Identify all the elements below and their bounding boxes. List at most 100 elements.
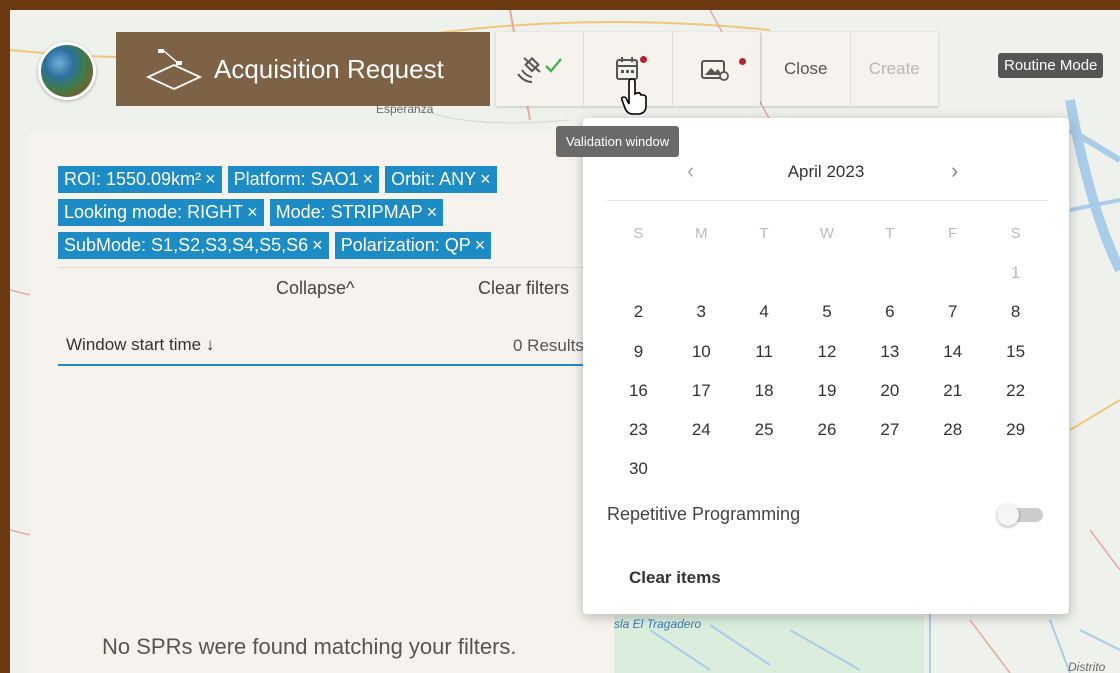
calendar-day[interactable]: 13 [858,332,921,371]
calendar-day[interactable]: 20 [858,371,921,410]
acquisition-request-header: Acquisition Request [116,32,490,106]
chip-label: ROI: 1550.09km² [64,169,202,189]
acquisition-area-icon [144,47,208,91]
calendar-day[interactable]: 3 [670,293,733,332]
calendar-day[interactable]: 16 [607,371,670,410]
calendar-day[interactable]: 24 [670,410,733,449]
calendar-day[interactable]: 4 [733,293,796,332]
alert-dot [640,56,648,63]
calendar-empty-cell [733,450,796,489]
calendar-empty-cell [670,253,733,292]
chip-label: Looking mode: RIGHT [64,202,244,222]
calendar-day[interactable]: 11 [733,332,796,371]
filter-chip-orbit[interactable]: Orbit: ANY × [385,166,497,193]
chevron-up-icon: ^ [346,278,355,298]
chip-close-icon[interactable]: × [475,235,486,255]
filter-chip-roi[interactable]: ROI: 1550.09km² × [58,166,222,193]
calendar-empty-cell [858,253,921,292]
calendar-empty-cell [796,450,859,489]
calendar-empty-cell [607,253,670,292]
calendar-empty-cell [670,450,733,489]
calendar-day[interactable]: 30 [607,450,670,489]
collapse-label: Collapse [276,278,347,298]
calendar-day[interactable]: 15 [984,332,1047,371]
create-button[interactable]: Create [849,32,939,106]
calendar-day[interactable]: 1 [984,253,1047,292]
weekday-header: S [1010,225,1021,243]
chevron-right-icon[interactable]: › [951,158,958,184]
calendar-day[interactable]: 28 [921,410,984,449]
chip-label: Platform: SAO1 [233,169,359,189]
hand-cursor-icon [620,78,650,125]
calendar-month: April [787,162,822,181]
filter-chip-polarization[interactable]: Polarization: QP × [334,232,492,259]
repetitive-programming-toggle[interactable] [997,504,1045,526]
chip-close-icon[interactable]: × [205,169,216,189]
alert-dot [738,58,746,65]
filter-chip-mode[interactable]: Mode: STRIPMAP × [269,199,444,226]
calendar-day[interactable]: 14 [921,332,984,371]
app-frame: Esperanza sla El Tragadero Distrito Acqu… [10,10,1120,673]
satellite-validation-button[interactable] [496,32,585,106]
calendar-day[interactable]: 9 [607,332,670,371]
calendar-day[interactable]: 12 [796,332,859,371]
arrow-down-icon: ↓ [205,335,215,354]
calendar-day[interactable]: 29 [984,410,1047,449]
sort-window-start-time[interactable]: Window start time ↓ [66,335,214,355]
filter-chips: ROI: 1550.09km² × Platform: SAO1 × Orbit: … [58,166,598,265]
chip-close-icon[interactable]: × [480,169,491,189]
calendar-empty-cell [858,450,921,489]
map-label-distrito: Distrito [1068,660,1106,673]
chip-row: SubMode: S1,S2,S3,S4,S5,S6 × Polarization… [58,232,598,259]
filter-chip-platform[interactable]: Platform: SAO1 × [227,166,380,193]
clear-items-button[interactable]: Clear items [629,568,721,588]
filter-results-panel: ROI: 1550.09km² × Platform: SAO1 × Orbit: … [30,132,614,673]
calendar-day[interactable]: 8 [984,293,1047,332]
collapse-button[interactable]: Collapse^ [276,278,355,299]
calendar-day[interactable]: 18 [733,371,796,410]
validation-window-tooltip: Validation window [556,126,680,157]
weekday-header: T [885,225,895,243]
toggle-knob [997,504,1019,526]
calendar-day[interactable]: 7 [921,293,984,332]
calendar-grid: S M T W T F S 1 2 3 4 5 6 7 8 9 10 11 12 13 14 15 16 17 18 19 20 21… [607,214,1047,489]
chip-close-icon[interactable]: × [363,169,374,189]
chip-close-icon[interactable]: × [427,202,438,222]
calendar-day[interactable]: 6 [858,293,921,332]
calendar-day[interactable]: 25 [733,410,796,449]
calendar-empty-cell [921,253,984,292]
calendar-day[interactable]: 17 [670,371,733,410]
chip-close-icon[interactable]: × [247,202,258,222]
clear-filters-button[interactable]: Clear filters [478,278,569,299]
close-button[interactable]: Close [762,32,850,106]
divider [58,267,588,268]
calendar-day[interactable]: 21 [921,371,984,410]
calendar-day[interactable]: 5 [796,293,859,332]
calendar-day[interactable]: 19 [796,371,859,410]
image-settings-button[interactable] [673,32,760,106]
results-count: 0 Results [513,336,584,355]
sort-label: Window start time [66,335,202,354]
calendar-day[interactable]: 27 [858,410,921,449]
calendar-day[interactable]: 2 [607,293,670,332]
repetitive-programming-label: Repetitive Programming [607,504,801,524]
calendar-day[interactable]: 22 [984,371,1047,410]
calendar-empty-cell [984,450,1047,489]
routine-mode-badge[interactable]: Routine Mode [998,53,1104,78]
weekday-header: T [759,225,769,243]
calendar-day[interactable]: 26 [796,410,859,449]
app-logo[interactable] [38,42,96,100]
image-settings-icon [701,60,730,81]
filter-chip-submode[interactable]: SubMode: S1,S2,S3,S4,S5,S6 × [58,232,329,259]
toolbar-actions: Close Create [762,32,938,106]
chip-label: Mode: STRIPMAP [275,202,423,222]
chip-close-icon[interactable]: × [312,235,323,255]
calendar-day[interactable]: 23 [607,410,670,449]
weekday-header: W [819,225,835,243]
empty-results-message: No SPRs were found matching your filters… [102,634,517,659]
chip-label: Orbit: ANY [391,169,477,189]
filter-chip-looking-mode[interactable]: Looking mode: RIGHT × [58,199,264,226]
chip-row: Looking mode: RIGHT × Mode: STRIPMAP × [58,199,598,226]
calendar-day[interactable]: 10 [670,332,733,371]
validation-window-calendar: ‹ April 2023 › S M T W T F S 1 2 3 4 5 6 7 8 9 10 11 12 13 1… [583,118,1069,614]
